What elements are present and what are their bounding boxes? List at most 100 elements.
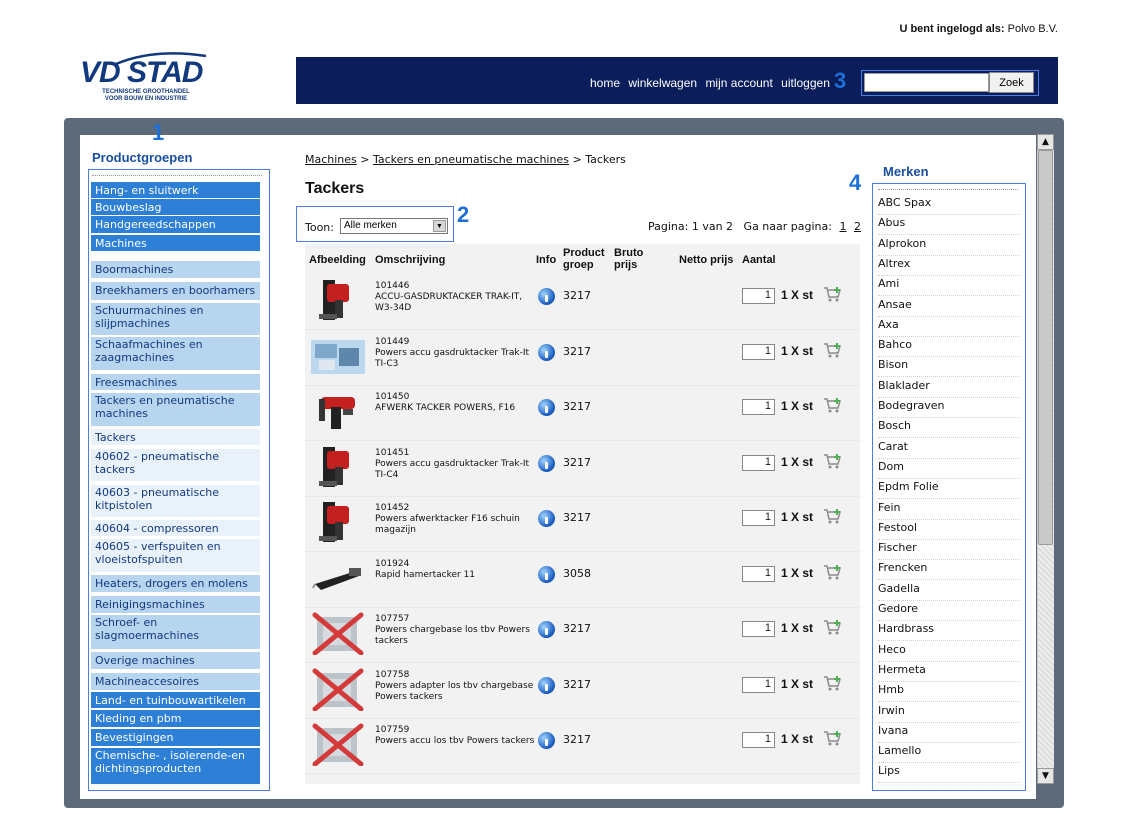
product-image[interactable] (309, 389, 367, 433)
brand-item[interactable]: Heco (878, 642, 1020, 662)
info-icon[interactable] (538, 399, 555, 416)
info-icon[interactable] (538, 454, 555, 472)
sidebar-item[interactable]: Schroef- en slagmoermachines (91, 615, 260, 649)
add-to-cart-icon[interactable] (823, 341, 843, 359)
product-image[interactable] (309, 334, 367, 378)
brand-item[interactable]: Gadella (878, 581, 1020, 601)
sidebar-item[interactable]: Breekhamers en boorhamers (91, 282, 260, 300)
info-icon[interactable] (538, 288, 555, 305)
quantity-input[interactable]: 1 (742, 621, 775, 637)
info-icon[interactable] (538, 621, 555, 638)
sidebar-item[interactable]: Hang- en sluitwerk (91, 182, 260, 198)
quantity-input[interactable]: 1 (742, 565, 775, 582)
sidebar-item[interactable]: Bevestigingen (91, 729, 260, 746)
brand-item[interactable]: Abus (878, 215, 1020, 236)
nav-uitloggen[interactable]: uitloggen (781, 76, 830, 90)
brand-item[interactable]: Blaklader (878, 378, 1020, 398)
brand-item[interactable]: Hardbrass (878, 621, 1020, 642)
sidebar-item[interactable]: Overige machines (91, 652, 260, 669)
sidebar-item[interactable]: 40605 - verfspuiten en vloeistofspuiten (91, 539, 260, 572)
brand-item[interactable]: Fein (878, 500, 1020, 520)
brand-item[interactable]: Lips (878, 763, 1020, 784)
sidebar-item[interactable]: Tackers en pneumatische machines (91, 393, 260, 426)
sidebar-item[interactable]: Chemische- , isolerende-en dichtingsprod… (91, 748, 260, 784)
sidebar-item[interactable]: Bouwbeslag (91, 199, 260, 215)
brand-item[interactable]: Axa (878, 317, 1020, 337)
add-to-cart-icon[interactable] (823, 452, 843, 470)
brand-item[interactable]: Fischer (878, 540, 1020, 561)
product-image[interactable] (309, 278, 367, 322)
product-image[interactable] (309, 722, 367, 767)
info-icon[interactable] (538, 676, 555, 694)
info-icon[interactable] (538, 343, 555, 361)
add-to-cart-icon[interactable] (823, 618, 843, 636)
product-image[interactable] (309, 500, 367, 544)
brand-item[interactable]: Dom (878, 459, 1020, 479)
breadcrumb-machines[interactable]: Machines (305, 153, 357, 166)
sidebar-item[interactable]: 40602 - pneumatische tackers (91, 449, 260, 481)
sidebar-item[interactable]: 40603 - pneumatische kitpistolen (91, 485, 260, 517)
brand-item[interactable]: ABC Spax (878, 195, 1020, 215)
sidebar-item[interactable]: Reinigingsmachines (91, 596, 260, 613)
brand-item[interactable]: Gedore (878, 601, 1020, 621)
sidebar-item[interactable]: Boormachines (91, 261, 260, 278)
sidebar-item[interactable]: Kleding en pbm (91, 710, 260, 727)
add-to-cart-icon[interactable] (823, 674, 843, 692)
info-icon[interactable] (538, 565, 555, 583)
scroll-up-button[interactable]: ▲ (1037, 134, 1054, 150)
brand-item[interactable]: Frencken (878, 560, 1020, 581)
brand-item[interactable]: Bahco (878, 337, 1020, 358)
add-to-cart-icon[interactable] (823, 563, 843, 581)
nav-winkelwagen[interactable]: winkelwagen (628, 76, 697, 90)
add-to-cart-icon[interactable] (823, 729, 843, 747)
brand-item[interactable]: Irwin (878, 703, 1020, 723)
add-to-cart-icon[interactable] (823, 285, 843, 303)
nav-mijn-account[interactable]: mijn account (705, 76, 772, 90)
sidebar-item[interactable]: Schaafmachines en zaagmachines (91, 337, 260, 370)
brand-filter-select[interactable]: Alle merken ▼ (340, 218, 448, 234)
quantity-input[interactable]: 1 (742, 343, 775, 360)
sidebar-item[interactable]: Machines (91, 235, 260, 251)
sidebar-item[interactable]: 40604 - compressoren (91, 520, 260, 536)
info-icon[interactable] (538, 510, 555, 527)
brand-item[interactable]: Hmb (878, 682, 1020, 703)
product-image[interactable] (309, 667, 367, 711)
brand-item[interactable]: Epdm Folie (878, 479, 1020, 500)
brand-item[interactable]: Ami (878, 276, 1020, 297)
brand-item[interactable]: Alprokon (878, 236, 1020, 256)
nav-home[interactable]: home (590, 76, 620, 90)
quantity-input[interactable]: 1 (742, 510, 775, 526)
sidebar-item[interactable]: Tackers (91, 429, 260, 445)
product-image[interactable] (309, 556, 367, 600)
add-to-cart-icon[interactable] (823, 507, 843, 525)
brand-item[interactable]: Ansae (878, 297, 1020, 317)
brand-item[interactable]: Altrex (878, 256, 1020, 276)
scrollbar-thumb[interactable] (1038, 150, 1053, 545)
sidebar-item[interactable]: Machineaccesoires (91, 673, 260, 690)
sidebar-item[interactable]: Freesmachines (91, 374, 260, 390)
search-input[interactable] (864, 73, 989, 92)
product-image[interactable] (309, 445, 367, 489)
page-link-1[interactable]: 1 (839, 220, 846, 233)
quantity-input[interactable]: 1 (742, 288, 775, 304)
add-to-cart-icon[interactable] (823, 396, 843, 414)
info-icon[interactable] (538, 732, 555, 749)
page-link-2[interactable]: 2 (854, 220, 861, 233)
search-button[interactable]: Zoek (989, 72, 1034, 93)
brand-item[interactable]: Bodegraven (878, 398, 1020, 418)
brand-item[interactable]: Bison (878, 357, 1020, 378)
sidebar-item[interactable]: Handgereedschappen (91, 216, 260, 233)
sidebar-item[interactable]: Schuurmachines en slijpmachines (91, 303, 260, 335)
brand-item[interactable]: Hermeta (878, 662, 1020, 682)
sidebar-item[interactable]: Heaters, drogers en molens (91, 575, 260, 592)
quantity-input[interactable]: 1 (742, 732, 775, 748)
brand-item[interactable]: Carat (878, 439, 1020, 459)
brand-item[interactable]: Lamello (878, 743, 1020, 764)
vdstad-logo[interactable]: VD STAD TECHNISCHE GROOTHANDEL VOOR BOUW… (80, 52, 210, 106)
product-image[interactable] (309, 611, 367, 656)
scroll-down-button[interactable]: ▼ (1037, 768, 1054, 784)
brand-item[interactable]: Ivana (878, 723, 1020, 743)
brand-item[interactable]: Bosch (878, 418, 1020, 439)
quantity-input[interactable]: 1 (742, 454, 775, 471)
breadcrumb-tackers-en-pneumatische[interactable]: Tackers en pneumatische machines (373, 153, 569, 166)
